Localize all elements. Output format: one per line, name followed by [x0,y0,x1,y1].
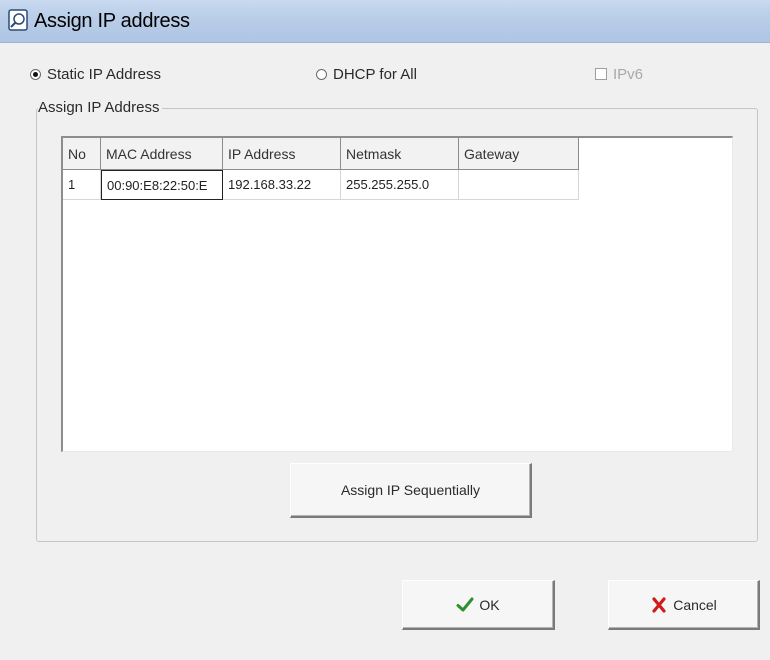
ipv6-label: IPv6 [613,65,644,83]
x-icon [652,596,666,613]
column-header-gateway[interactable]: Gateway [459,138,579,170]
title-bar[interactable]: Assign IP address [0,0,770,43]
cancel-button[interactable]: Cancel [608,580,760,630]
assign-ip-sequentially-button[interactable]: Assign IP Sequentially [290,463,532,518]
column-header-no[interactable]: No [63,138,101,170]
assign-ip-dialog: Assign IP address Static IP Address DHCP… [0,0,770,660]
window-title: Assign IP address [34,10,190,32]
static-ip-option[interactable]: Static IP Address [30,63,161,85]
groupbox-legend: Assign IP Address [38,99,163,116]
row-mac-cell[interactable]: 00:90:E8:22:50:E [101,170,223,200]
dhcp-option[interactable]: DHCP for All [316,63,417,85]
row-no-cell[interactable]: 1 [63,170,101,200]
dhcp-radio[interactable] [316,68,327,80]
table-row[interactable]: 1 00:90:E8:22:50:E 192.168.33.22 255.255… [63,170,579,200]
dhcp-label: DHCP for All [333,65,417,83]
row-ip-cell[interactable]: 192.168.33.22 [223,170,341,200]
row-gateway-cell[interactable] [459,170,579,200]
column-header-ip[interactable]: IP Address [223,138,341,170]
cancel-label: Cancel [673,596,717,613]
column-header-netmask[interactable]: Netmask [341,138,459,170]
checkmark-icon [456,597,474,611]
ok-button[interactable]: OK [402,580,555,630]
ipv6-option: IPv6 [595,63,643,85]
ipv6-checkbox [595,68,607,80]
column-header-mac[interactable]: MAC Address [101,138,223,170]
app-window-icon [8,9,28,31]
ip-assignment-grid[interactable]: No MAC Address IP Address Netmask Gatewa… [61,136,733,452]
row-netmask-cell[interactable]: 255.255.255.0 [341,170,459,200]
static-ip-label: Static IP Address [47,65,161,83]
grid-header-row: No MAC Address IP Address Netmask Gatewa… [63,138,579,170]
assign-ip-sequentially-label: Assign IP Sequentially [340,482,481,498]
ok-label: OK [479,596,500,613]
static-ip-radio[interactable] [30,68,41,80]
